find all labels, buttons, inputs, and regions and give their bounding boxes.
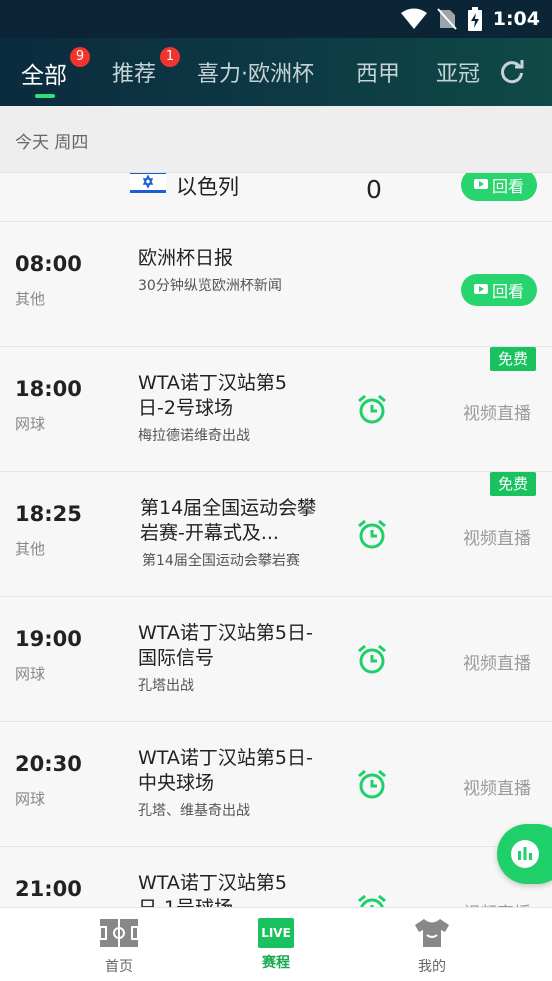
- replay-button[interactable]: 回看: [461, 274, 537, 306]
- match-title: WTA诺丁汉站第5日-中央球场: [138, 747, 313, 794]
- match-time: 18:00: [15, 377, 82, 401]
- refresh-icon[interactable]: [499, 59, 525, 85]
- live-stream-button[interactable]: 视频直播: [463, 524, 531, 549]
- match-time: 20:30: [15, 752, 82, 776]
- tab-all-badge: 9: [70, 47, 90, 67]
- tab-recommended-badge: 1: [160, 47, 180, 67]
- nav-home[interactable]: 首页: [89, 918, 149, 976]
- active-tab-indicator: [35, 94, 55, 98]
- list-item[interactable]: 免费 18:25 其他 第14届全国运动会攀岩赛-开幕式及... 第14届全国运…: [0, 472, 552, 597]
- live-icon: LIVE: [258, 918, 294, 948]
- live-stream-button[interactable]: 视频直播: [463, 399, 531, 424]
- pitch-icon: [99, 919, 139, 947]
- live-stream-button[interactable]: 视频直播: [463, 649, 531, 674]
- match-category: 其他: [15, 290, 46, 308]
- replay-icon: [473, 179, 488, 189]
- match-title: WTA诺丁汉站第5日-国际信号: [138, 622, 313, 669]
- match-time: 08:00: [15, 252, 82, 276]
- list-item[interactable]: 20:30 网球 WTA诺丁汉站第5日-中央球场 孔塔、维基奇出战 视频直播: [0, 722, 552, 847]
- israel-flag-icon: [130, 173, 166, 193]
- schedule-list: 以色列 0 回看 08:00 其他 欧洲杯日报 30分钟纵览欧洲杯新闻 回看 免…: [0, 173, 552, 907]
- match-subtitle: 孔塔出战: [138, 678, 194, 694]
- replay-button[interactable]: 回看: [461, 173, 537, 201]
- match-time: 19:00: [15, 627, 82, 651]
- bottom-nav: 首页 LIVE 赛程 我的: [0, 907, 552, 981]
- list-item[interactable]: 21:00 WTA诺丁汉站第5日-1号球场 视频直播: [0, 847, 552, 907]
- bar-chart-icon: [511, 840, 539, 868]
- list-item[interactable]: 19:00 网球 WTA诺丁汉站第5日-国际信号 孔塔出战 视频直播: [0, 597, 552, 722]
- score: 0: [366, 175, 382, 204]
- live-stream-button[interactable]: 视频直播: [463, 774, 531, 799]
- match-category: 网球: [15, 790, 46, 808]
- category-tabs: 全部 9 推荐 1 喜力·欧洲杯 西甲 亚冠: [0, 38, 552, 106]
- alarm-clock-icon[interactable]: [356, 518, 388, 550]
- match-subtitle: 梅拉德诺维奇出战: [138, 428, 250, 444]
- match-category: 其他: [15, 540, 46, 558]
- list-item[interactable]: 免费 18:00 网球 WTA诺丁汉站第5日-2号球场 梅拉德诺维奇出战 视频直…: [0, 347, 552, 472]
- alarm-clock-icon[interactable]: [356, 768, 388, 800]
- tab-recommended[interactable]: 推荐: [112, 56, 156, 88]
- match-subtitle: 第14届全国运动会攀岩赛: [142, 553, 300, 569]
- match-title: WTA诺丁汉站第5日-2号球场: [138, 372, 288, 419]
- replay-icon: [473, 284, 488, 294]
- match-title: 第14届全国运动会攀岩赛-开幕式及...: [140, 497, 317, 544]
- wifi-icon: [400, 8, 427, 29]
- tab-euro-cup[interactable]: 喜力·欧洲杯: [197, 56, 314, 88]
- no-sim-icon: [436, 8, 457, 30]
- status-bar: 1:04: [0, 0, 552, 38]
- status-time: 1:04: [492, 8, 540, 30]
- alarm-clock-icon[interactable]: [356, 393, 388, 425]
- tab-all[interactable]: 全部: [21, 56, 67, 90]
- date-label: 今天 周四: [15, 133, 89, 153]
- match-title: WTA诺丁汉站第5日-1号球场: [138, 872, 288, 907]
- free-badge: 免费: [490, 347, 536, 371]
- free-badge: 免费: [490, 472, 536, 496]
- match-category: 网球: [15, 415, 46, 433]
- match-category: 网球: [15, 665, 46, 683]
- match-subtitle: 30分钟纵览欧洲杯新闻: [138, 278, 282, 294]
- jersey-icon: [415, 919, 449, 947]
- battery-charging-icon: [467, 7, 482, 31]
- date-header: 今天 周四: [0, 106, 552, 173]
- match-title: 欧洲杯日报: [138, 247, 234, 269]
- tab-laliga[interactable]: 西甲: [356, 56, 400, 88]
- alarm-clock-icon[interactable]: [356, 893, 388, 907]
- match-time: 21:00: [15, 877, 82, 901]
- match-time: 18:25: [15, 502, 82, 526]
- list-item[interactable]: 以色列 0 回看: [0, 173, 552, 222]
- list-item[interactable]: 08:00 其他 欧洲杯日报 30分钟纵览欧洲杯新闻 回看: [0, 222, 552, 347]
- live-stream-button[interactable]: 视频直播: [463, 899, 531, 907]
- team-name: 以色列: [176, 175, 239, 199]
- tab-afc-champions[interactable]: 亚冠: [436, 56, 480, 88]
- alarm-clock-icon[interactable]: [356, 643, 388, 675]
- nav-schedule[interactable]: LIVE 赛程: [246, 918, 306, 972]
- stats-fab[interactable]: [497, 824, 552, 884]
- match-subtitle: 孔塔、维基奇出战: [138, 803, 250, 819]
- nav-mine[interactable]: 我的: [402, 918, 462, 976]
